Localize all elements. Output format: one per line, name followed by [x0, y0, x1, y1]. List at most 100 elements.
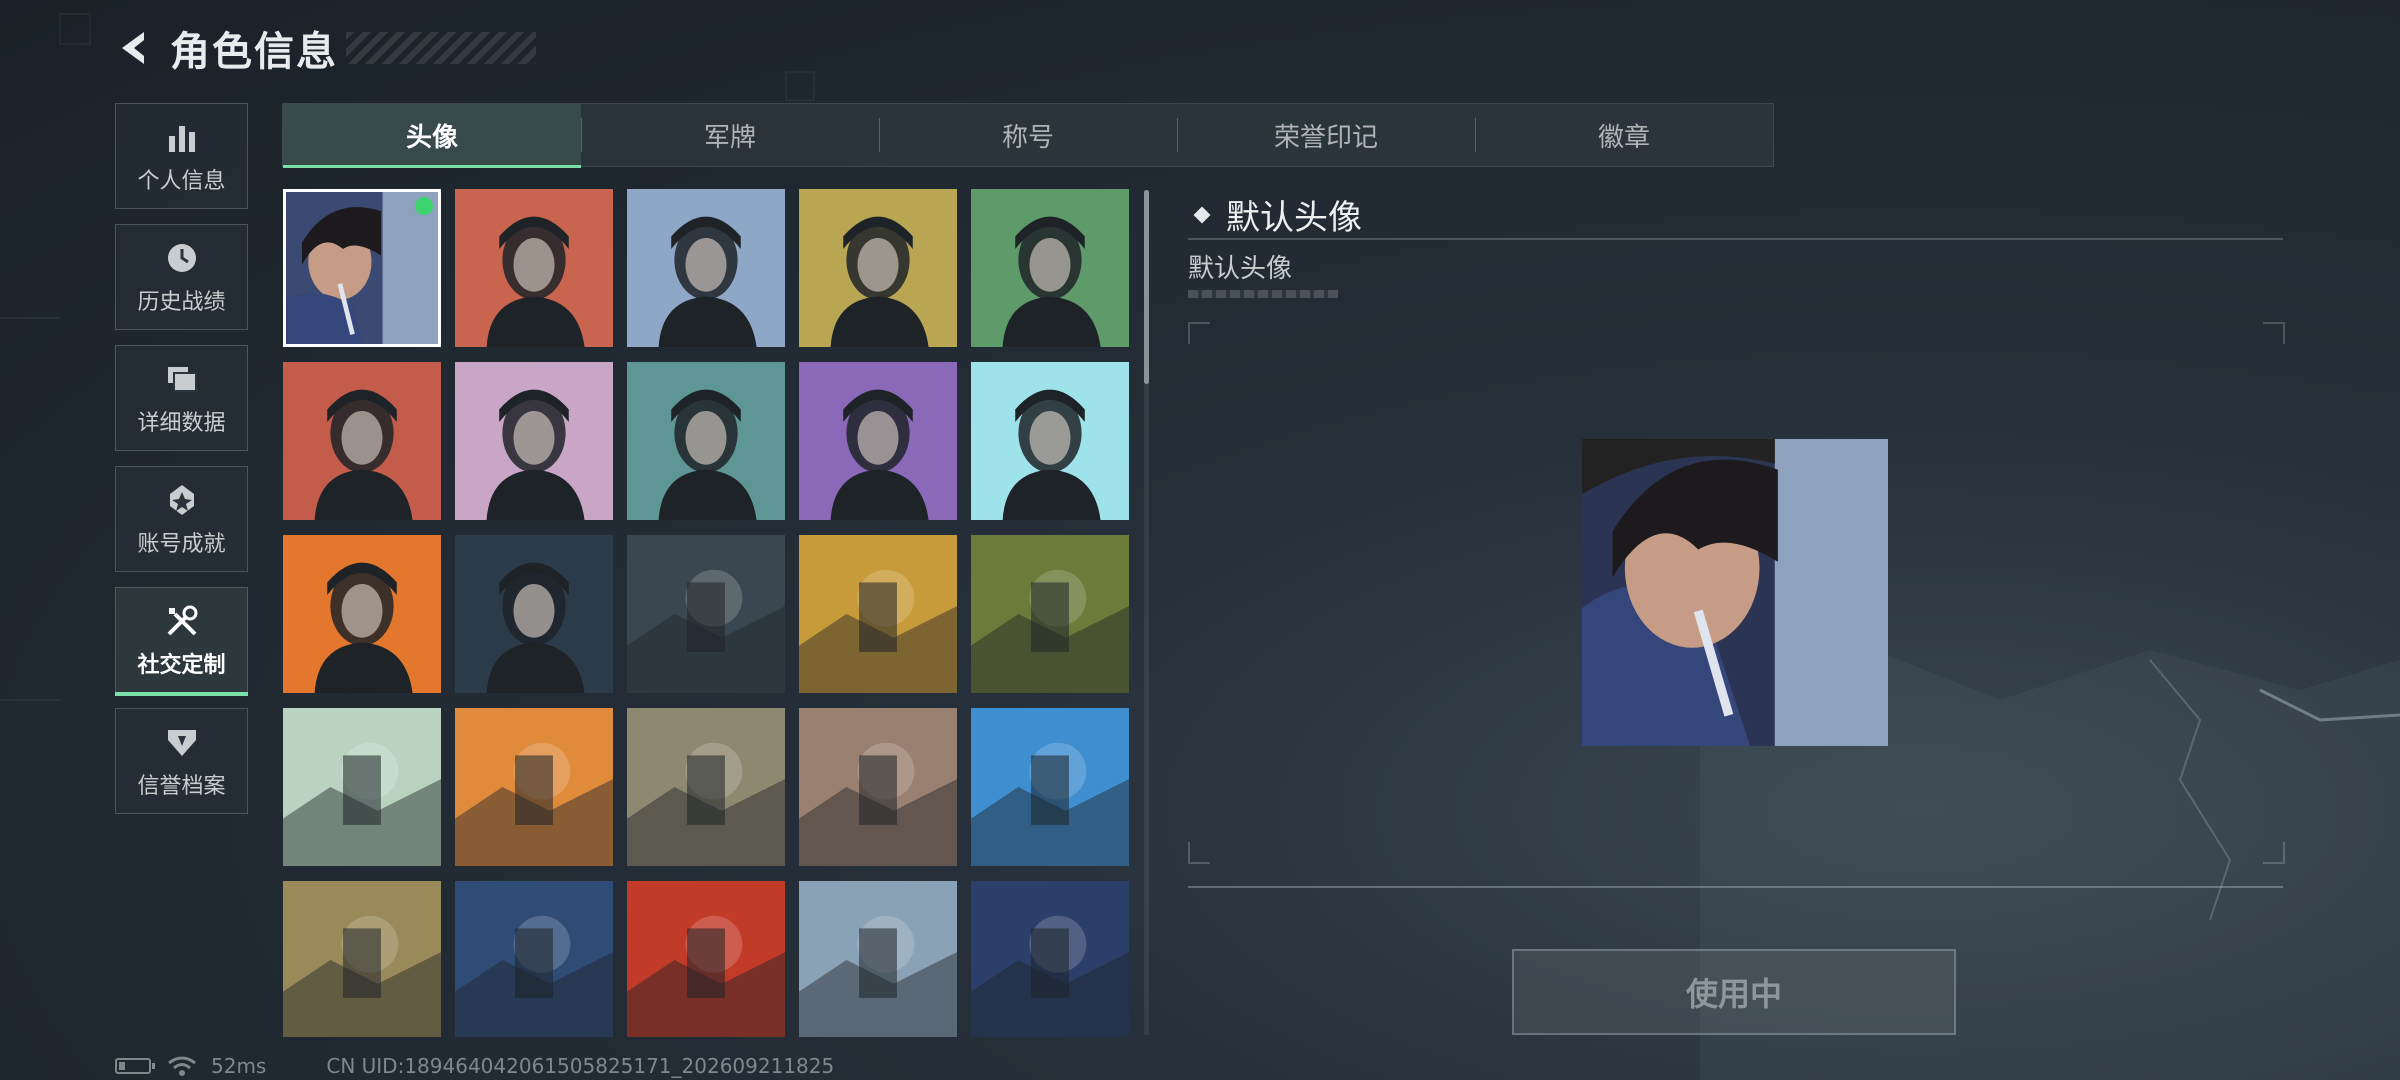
avatar-preview-image [1582, 439, 1888, 746]
detail-decoration [1188, 290, 1338, 298]
sidebar-item-label: 信誉档案 [137, 774, 226, 799]
frame-corner [2263, 842, 2285, 864]
header-decoration [346, 32, 536, 64]
sidebar-item-history[interactable]: 历史战绩 [115, 224, 248, 330]
avatar-image [799, 535, 957, 693]
avatar-tile-wrecked-truck[interactable] [627, 708, 785, 866]
diamond-icon [1193, 206, 1211, 223]
avatar-tile-headset-green[interactable] [971, 189, 1129, 347]
avatar-tile-bald-headset-olive[interactable] [799, 189, 957, 347]
avatar-image [455, 881, 613, 1037]
avatar-tile-woman-purple[interactable] [799, 362, 957, 520]
back-button[interactable] [112, 26, 156, 70]
avatar-image [455, 708, 613, 866]
avatar-image [799, 708, 957, 866]
frame-corner [1188, 322, 1210, 344]
avatar-tile-soldier-cap-red[interactable] [455, 189, 613, 347]
avatar-image [799, 189, 957, 347]
sidebar-item-label: 个人信息 [137, 169, 226, 194]
in-use-button[interactable]: 使用中 [1512, 949, 1956, 1035]
divider [1188, 886, 2283, 888]
avatar-image [455, 362, 613, 520]
avatar-image [627, 535, 785, 693]
sidebar-item-label: 社交定制 [137, 653, 226, 678]
avatar-image [627, 362, 785, 520]
reputation-shield-icon [162, 722, 202, 762]
avatar-tile-exit-door[interactable] [971, 535, 1129, 693]
avatar-tile-way-out-sign[interactable] [283, 708, 441, 866]
avatar-image [283, 362, 441, 520]
sidebar: 个人信息 历史战绩 详细数据 账号成就 社交定制 信誉档案 [115, 103, 252, 829]
achievement-badge-icon [162, 480, 202, 520]
frame-corner [2263, 322, 2285, 344]
status-bar: 52ms CN UID:18946404206150582517‌1_20260… [115, 1054, 834, 1078]
frame-corner [1188, 842, 1210, 864]
tab-avatar[interactable]: 头像 [283, 104, 581, 168]
sidebar-item-profile[interactable]: 个人信息 [115, 103, 248, 209]
avatar-tile-mountain-binoculars[interactable] [799, 881, 957, 1037]
avatar-image [971, 189, 1129, 347]
sidebar-item-details[interactable]: 详细数据 [115, 345, 248, 451]
tab-dog-tag[interactable]: 军牌 [581, 104, 879, 166]
avatar-tile-soldier-rifle-desert[interactable] [283, 881, 441, 1037]
avatar-tile-scales-emblem[interactable] [799, 708, 957, 866]
sidebar-item-reputation[interactable]: 信誉档案 [115, 708, 248, 814]
battery-icon [115, 1058, 155, 1074]
avatar-tile-masked-cyan[interactable] [971, 362, 1129, 520]
avatar-tile-white-hair-pink[interactable] [455, 362, 613, 520]
avatar-image [799, 881, 957, 1037]
avatar-image [971, 708, 1129, 866]
tab-title[interactable]: 称号 [879, 104, 1177, 166]
avatar-image [283, 535, 441, 693]
avatar-image [799, 362, 957, 520]
avatar-image [627, 881, 785, 1037]
avatar-tile-feather-orange[interactable] [455, 708, 613, 866]
in-use-indicator [415, 197, 433, 215]
bar-chart-icon [162, 117, 202, 157]
avatar-tile-helmet-red[interactable] [283, 362, 441, 520]
page-header: 角色信息 [112, 22, 536, 75]
back-arrow-icon [122, 32, 144, 64]
detail-subtitle: 默认头像 [1188, 254, 1293, 284]
avatar-image [455, 189, 613, 347]
page-title: 角色信息 [170, 29, 338, 75]
detail-header: 默认头像 [1193, 190, 1362, 239]
avatar-image [971, 362, 1129, 520]
avatar-tile-redhead-woman[interactable] [627, 881, 785, 1037]
folder-stack-icon [162, 359, 202, 399]
sidebar-item-social[interactable]: 社交定制 [115, 587, 248, 696]
avatar-tile-bearded-eating[interactable] [971, 708, 1129, 866]
divider [1188, 238, 2283, 240]
avatar-tile-beard-glasses-teal[interactable] [627, 362, 785, 520]
avatar-tile-comic-book[interactable] [799, 535, 957, 693]
detail-title: 默认头像 [1226, 198, 1362, 238]
category-tabs: 头像 军牌 称号 荣誉印记 徽章 [282, 103, 1774, 168]
avatar-image [283, 708, 441, 866]
avatar-tile-scope-rifle[interactable] [627, 535, 785, 693]
tab-honor-mark[interactable]: 荣誉印记 [1177, 104, 1475, 166]
avatar-tile-pilot-blue[interactable] [627, 189, 785, 347]
history-clock-icon [162, 238, 202, 278]
avatar-image [971, 881, 1129, 1037]
avatar-image [627, 189, 785, 347]
avatar-image [455, 535, 613, 693]
avatar-tile-archer-blue[interactable] [971, 881, 1129, 1037]
tab-badge[interactable]: 徽章 [1475, 104, 1773, 166]
sidebar-item-label: 账号成就 [137, 532, 226, 557]
avatar-image [971, 535, 1129, 693]
sidebar-item-label: 历史战绩 [137, 290, 226, 315]
sidebar-item-label: 详细数据 [137, 411, 226, 436]
wifi-icon [168, 1056, 196, 1076]
avatar-grid [283, 189, 1129, 1037]
sidebar-item-achievements[interactable]: 账号成就 [115, 466, 248, 572]
avatar-tile-default-photo[interactable] [283, 189, 441, 347]
avatar-tile-night-soldier[interactable] [455, 535, 613, 693]
uid-text: CN UID:18946404206150582517‌1_2026092118… [326, 1054, 835, 1078]
avatar-tile-masked-orange[interactable] [283, 535, 441, 693]
avatar-image [283, 881, 441, 1037]
tools-wrench-icon [162, 601, 202, 641]
ping-text: 52ms [211, 1054, 267, 1078]
scrollbar-thumb[interactable] [1144, 190, 1149, 384]
avatar-image [627, 708, 785, 866]
avatar-tile-man-lightning-tank[interactable] [455, 881, 613, 1037]
